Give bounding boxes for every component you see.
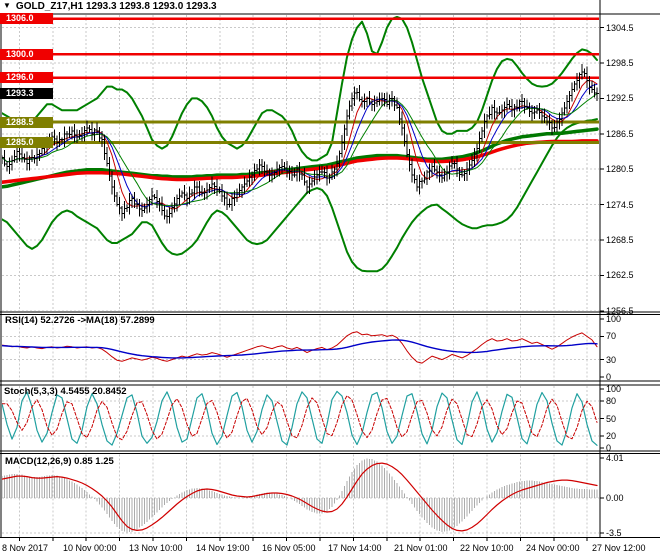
macd-panel-label: MACD(12,26,9) 0.85 1.25 bbox=[5, 456, 114, 467]
symbol-dropdown-icon[interactable]: ▼ bbox=[3, 0, 11, 12]
chart-surface[interactable] bbox=[0, 0, 660, 560]
rsi-panel-label: RSI(14) 52.2726 ->MA(18) 57.2899 bbox=[5, 315, 155, 326]
stoch-panel-label: Stoch(5,3,3) 4.5455 20.8452 bbox=[4, 386, 127, 397]
chart-title-bar: ▼ GOLD_Z17,H1 1293.3 1293.8 1293.0 1293.3 bbox=[3, 1, 217, 13]
symbol-ohlc-title: GOLD_Z17,H1 1293.3 1293.8 1293.0 1293.3 bbox=[16, 1, 217, 12]
chart-window: ▼ GOLD_Z17,H1 1293.3 1293.8 1293.0 1293.3… bbox=[0, 0, 660, 560]
